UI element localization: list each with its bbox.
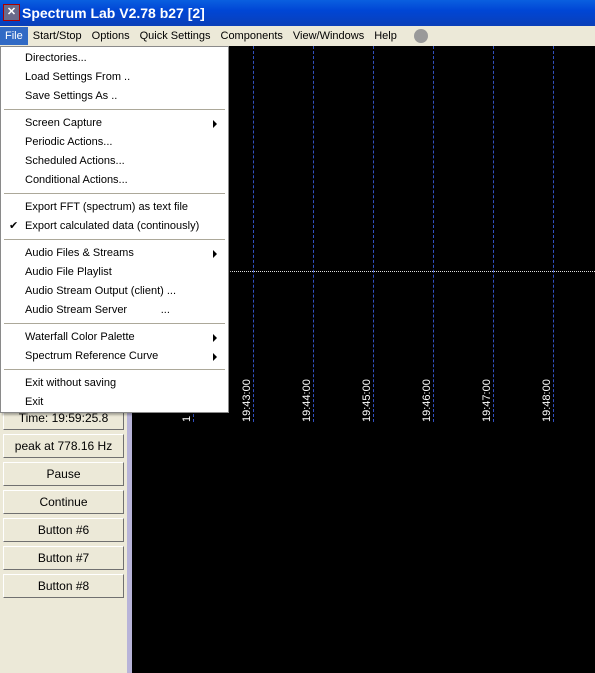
menu-item-label: Save Settings As .. — [25, 90, 118, 102]
menu-view-windows[interactable]: View/Windows — [288, 27, 369, 45]
panel-button-5[interactable]: Button #6 — [3, 518, 124, 542]
submenu-arrow-icon — [213, 353, 217, 361]
menu-item[interactable]: Export FFT (spectrum) as text file — [25, 198, 225, 217]
menu-help[interactable]: Help — [369, 27, 402, 45]
menu-item-label: Spectrum Reference Curve — [25, 350, 159, 362]
menu-item-label: Load Settings From .. — [25, 71, 131, 83]
checkmark-icon: ✔ — [9, 220, 19, 232]
menu-item-label: Audio File Playlist — [25, 266, 112, 278]
menu-separator — [4, 239, 225, 240]
menu-item[interactable]: Load Settings From .. — [25, 68, 225, 87]
panel-button-6[interactable]: Button #7 — [3, 546, 124, 570]
menubar: File Start/Stop Options Quick Settings C… — [0, 26, 595, 46]
time-label: 19:45:00 — [361, 379, 373, 422]
menu-separator — [4, 369, 225, 370]
menu-item-label: Export calculated data (continously) — [25, 220, 200, 232]
menu-item-label: Audio Files & Streams — [25, 247, 134, 259]
menu-separator — [4, 193, 225, 194]
menu-item-label: Exit without saving — [25, 377, 117, 389]
panel-button-7[interactable]: Button #8 — [3, 574, 124, 598]
time-label: 19:44:00 — [301, 379, 313, 422]
menu-start-stop[interactable]: Start/Stop — [28, 27, 87, 45]
panel-button-2[interactable]: peak at 778.16 Hz — [3, 434, 124, 458]
menu-item[interactable]: Scheduled Actions... — [25, 152, 225, 171]
menu-item[interactable]: Audio File Playlist — [25, 263, 225, 282]
menu-item[interactable]: Export calculated data (continously) ✔ — [9, 217, 225, 236]
title-bar: ✕ Spectrum Lab V2.78 b27 [2] — [0, 0, 595, 26]
time-label: 19:47:00 — [481, 379, 493, 422]
menu-item[interactable]: Audio Files & Streams — [25, 244, 225, 263]
menu-item-label: Audio Stream Output (client) ... — [25, 285, 177, 297]
menu-item[interactable]: Save Settings As .. — [25, 87, 225, 106]
time-gridline — [493, 46, 494, 422]
record-indicator-icon — [413, 29, 428, 43]
menu-item-label: Screen Capture — [25, 117, 103, 129]
submenu-arrow-icon — [213, 120, 217, 128]
menu-item-label: Export FFT (spectrum) as text file — [25, 201, 189, 213]
menu-file[interactable]: File — [0, 27, 28, 45]
menu-options[interactable]: Options — [87, 27, 135, 45]
time-label: 1 — [181, 415, 193, 422]
menu-item[interactable]: Audio Stream Output (client) ... — [25, 282, 225, 301]
panel-button-3[interactable]: Pause — [3, 462, 124, 486]
menu-item[interactable]: Spectrum Reference Curve — [25, 347, 225, 366]
menu-item[interactable]: Conditional Actions... — [25, 171, 225, 190]
menu-item[interactable]: Waterfall Color Palette — [25, 328, 225, 347]
app-icon: ✕ — [3, 4, 20, 21]
menu-item-label: Directories... — [25, 52, 87, 64]
menu-item-label: Waterfall Color Palette — [25, 331, 135, 343]
window-title: Spectrum Lab V2.78 b27 [2] — [22, 5, 205, 21]
menu-item-label: Audio Stream Server ... — [25, 304, 170, 316]
menu-quick-settings[interactable]: Quick Settings — [135, 27, 216, 45]
time-gridline — [313, 46, 314, 422]
menu-item-label: Scheduled Actions... — [25, 155, 125, 167]
menu-item-label: Exit — [25, 396, 44, 408]
submenu-arrow-icon — [213, 334, 217, 342]
menu-item[interactable]: Periodic Actions... — [25, 133, 225, 152]
time-label: 19:43:00 — [241, 379, 253, 422]
menu-item-label: Periodic Actions... — [25, 136, 113, 148]
submenu-arrow-icon — [213, 250, 217, 258]
menu-components[interactable]: Components — [216, 27, 288, 45]
menu-separator — [4, 323, 225, 324]
menu-item[interactable]: Audio Stream Server ... — [25, 301, 225, 320]
file-menu-dropdown: Directories... Load Settings From .. Save … — [0, 46, 229, 413]
time-gridline — [373, 46, 374, 422]
menu-item[interactable]: Exit without saving — [25, 374, 225, 393]
time-label: 19:46:00 — [421, 379, 433, 422]
time-label: 19:48:00 — [541, 379, 553, 422]
time-gridline — [553, 46, 554, 422]
time-gridline — [253, 46, 254, 422]
time-gridline — [433, 46, 434, 422]
menu-item[interactable]: Exit — [25, 393, 225, 412]
menu-separator — [4, 109, 225, 110]
menu-item[interactable]: Screen Capture — [25, 114, 225, 133]
menu-item[interactable]: Directories... — [25, 49, 225, 68]
signal-trace — [228, 271, 595, 272]
menu-item-label: Conditional Actions... — [25, 174, 128, 186]
panel-button-4[interactable]: Continue — [3, 490, 124, 514]
